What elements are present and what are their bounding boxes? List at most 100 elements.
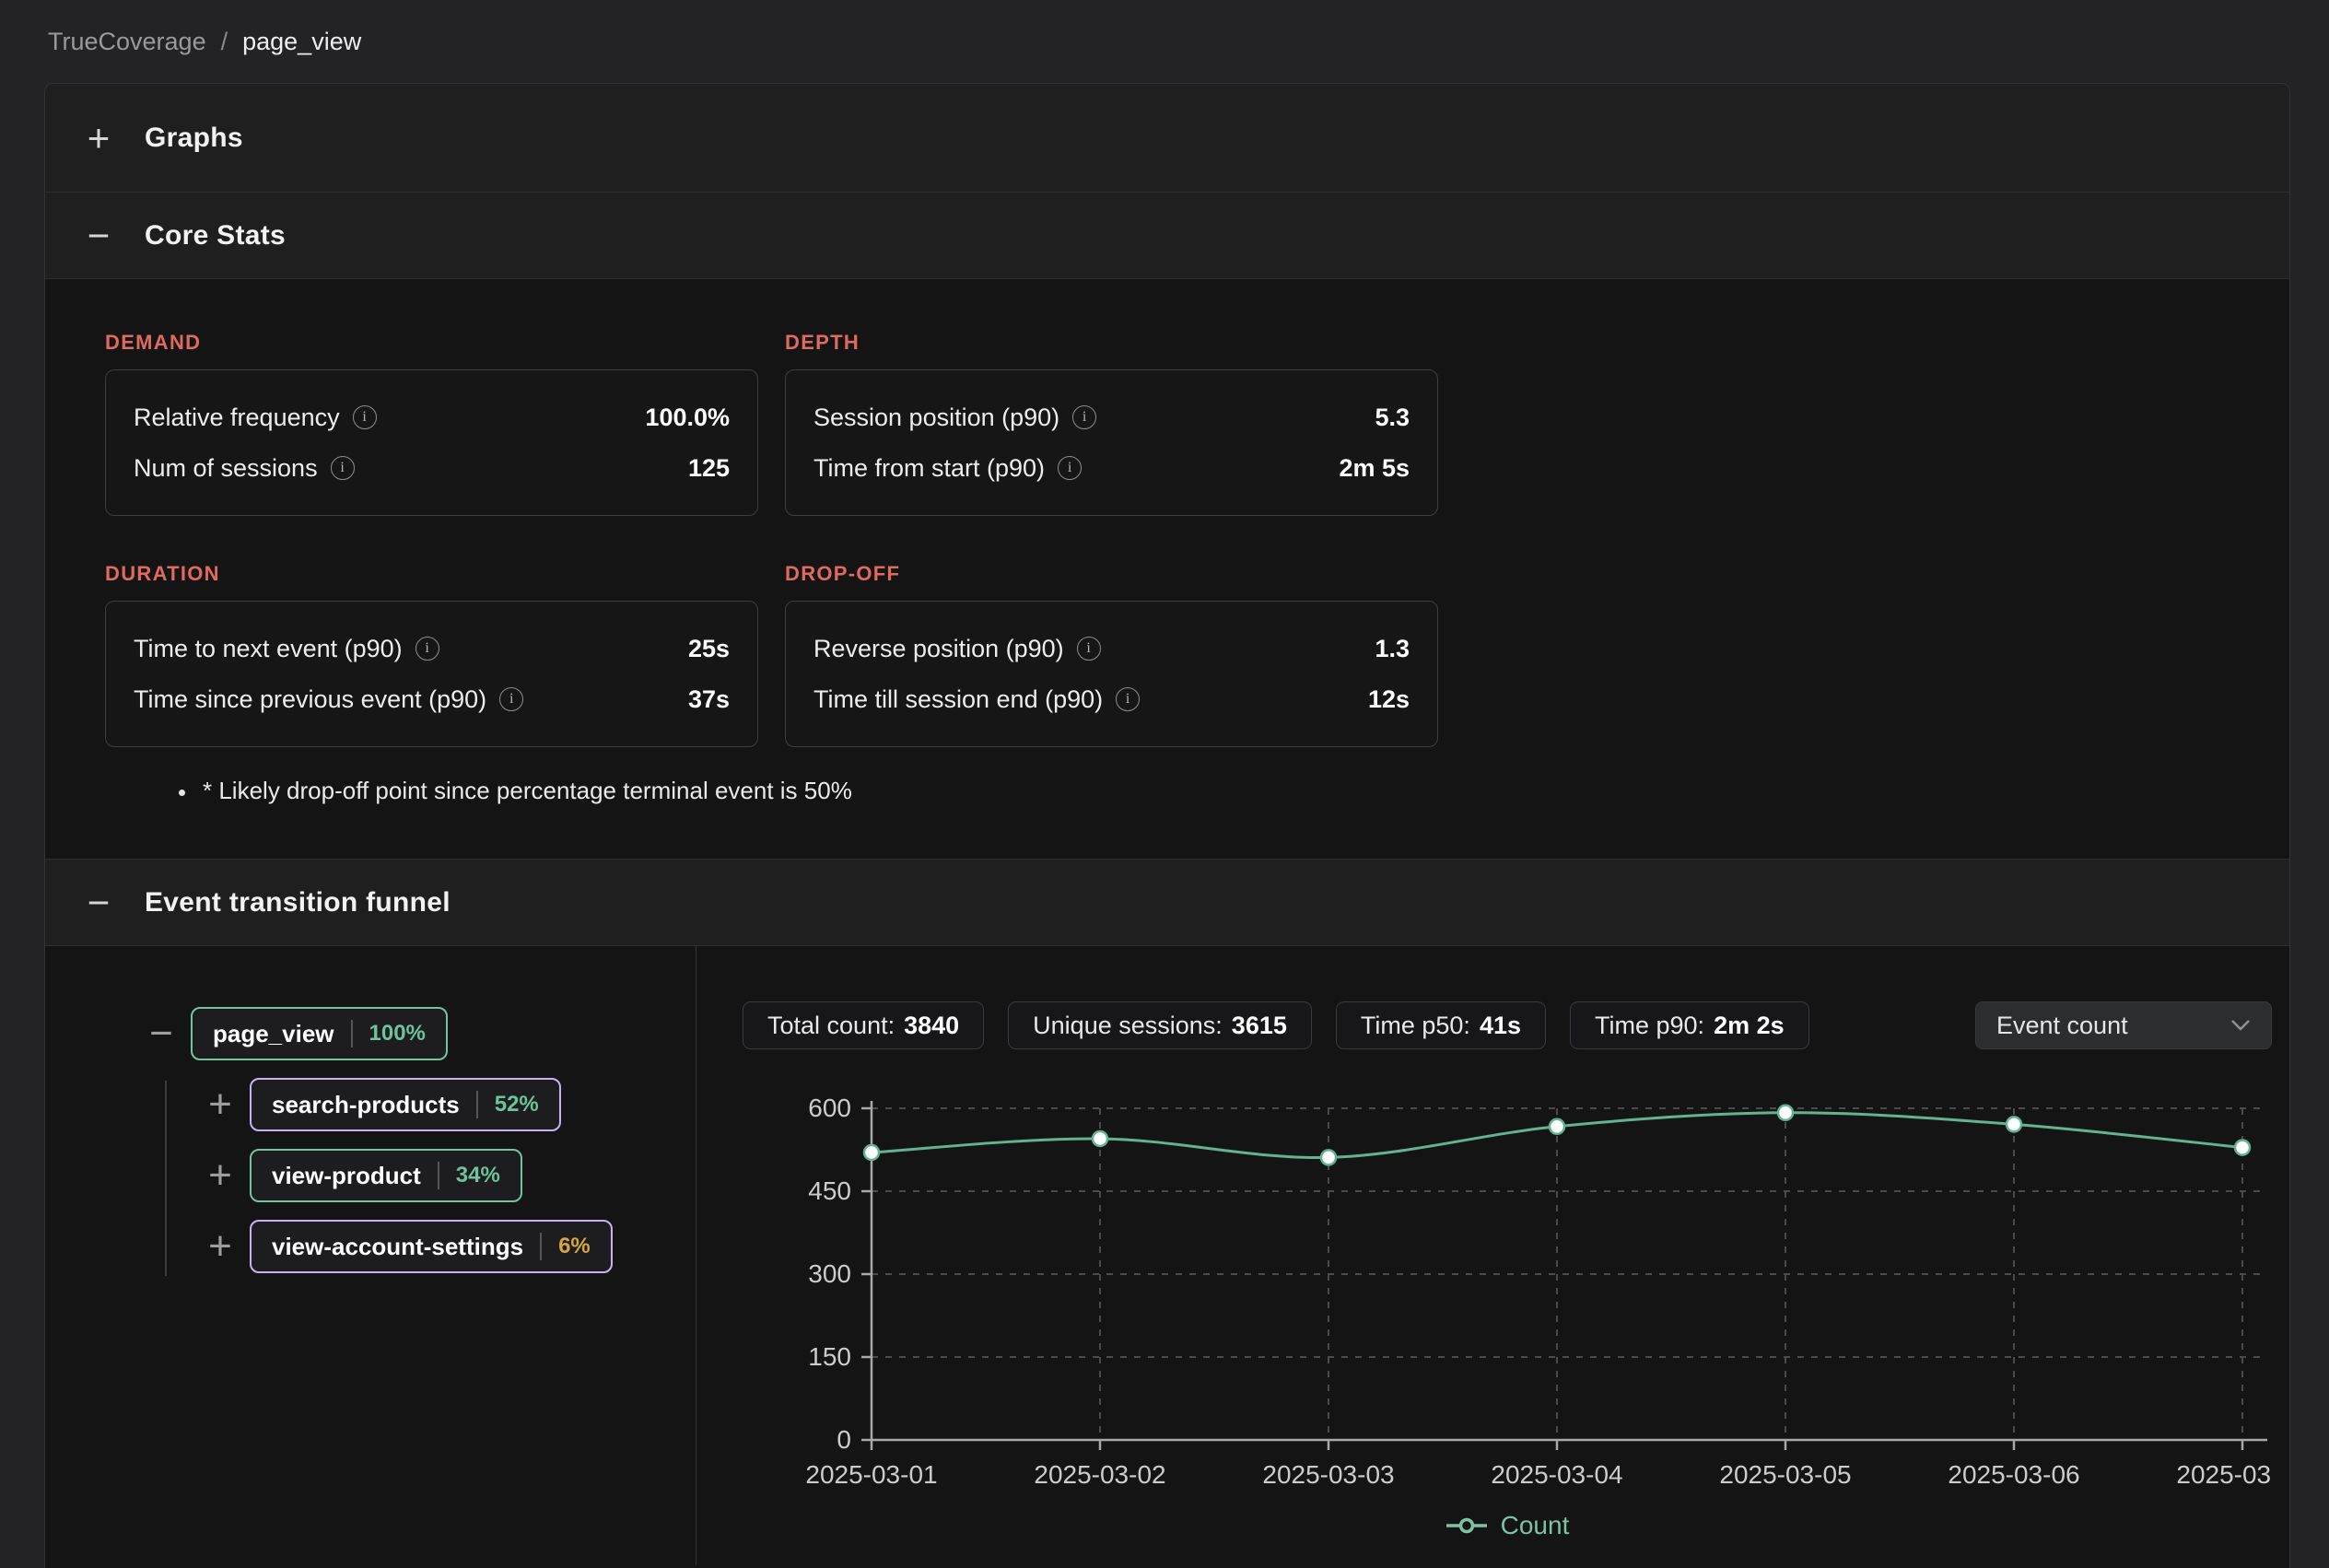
- svg-text:2025-03-02: 2025-03-02: [1034, 1460, 1165, 1489]
- category-label: DEMAND: [105, 331, 758, 355]
- section-title-funnel: Event transition funnel: [145, 887, 451, 919]
- stat-label: Relative frequency: [134, 404, 340, 432]
- svg-text:2025-03-06: 2025-03-06: [1948, 1460, 2079, 1489]
- info-icon[interactable]: i: [353, 405, 377, 429]
- svg-text:0: 0: [837, 1425, 851, 1454]
- section-title-graphs: Graphs: [145, 123, 243, 154]
- stat-label: Num of sessions: [134, 454, 318, 483]
- chip-time-p90: Time p90: 2m 2s: [1570, 1001, 1809, 1049]
- tree-row-page-view: − page_view 100%: [141, 1007, 448, 1060]
- line-chart-svg: 01503004506002025-03-012025-03-022025-03…: [743, 1092, 2272, 1499]
- metric-select[interactable]: Event count: [1975, 1001, 2272, 1049]
- collapse-icon[interactable]: −: [80, 216, 117, 255]
- expand-icon[interactable]: +: [80, 119, 117, 158]
- info-icon[interactable]: i: [1058, 456, 1082, 480]
- svg-text:300: 300: [808, 1259, 851, 1288]
- funnel-tree: − page_view 100% + search-products 52% +: [45, 946, 696, 1565]
- stat-row: Relative frequency i 100.0%: [134, 404, 730, 432]
- stat-label: Time since previous event (p90): [134, 685, 486, 714]
- drop-off-note: * Likely drop-off point since percentage…: [197, 777, 2289, 805]
- stat-group-depth: DEPTH Session position (p90) i 5.3 Time …: [785, 331, 1438, 516]
- breadcrumb-app[interactable]: TrueCoverage: [48, 28, 206, 56]
- stat-group-duration: DURATION Time to next event (p90) i 25s …: [105, 562, 758, 747]
- info-icon[interactable]: i: [331, 456, 355, 480]
- stat-row: Num of sessions i 125: [134, 454, 730, 483]
- stat-row: Time since previous event (p90) i 37s: [134, 685, 730, 714]
- section-header-core-stats[interactable]: − Core Stats: [45, 193, 2289, 279]
- stat-label: Time to next event (p90): [134, 635, 403, 663]
- stat-label: Time from start (p90): [813, 454, 1045, 483]
- node-percent: 100%: [369, 1021, 426, 1047]
- svg-text:2025-03-04: 2025-03-04: [1491, 1460, 1622, 1489]
- funnel-chart-pane: Total count: 3840 Unique sessions: 3615 …: [696, 946, 2290, 1565]
- chevron-down-icon: [2230, 1019, 2251, 1032]
- node-percent: 34%: [456, 1163, 500, 1188]
- svg-text:2025-03-01: 2025-03-01: [805, 1460, 937, 1489]
- expand-icon[interactable]: +: [200, 1155, 240, 1196]
- stat-value: 100.0%: [645, 404, 730, 432]
- core-stats-content: DEMAND Relative frequency i 100.0% Num o…: [45, 279, 2289, 860]
- section-header-graphs[interactable]: + Graphs: [45, 84, 2289, 193]
- top-bar: TrueCoverage / page_view: [0, 0, 2329, 83]
- funnel-node-view-product[interactable]: view-product 34%: [250, 1149, 522, 1202]
- section-header-funnel[interactable]: − Event transition funnel: [45, 860, 2289, 946]
- event-count-chart: 01503004506002025-03-012025-03-022025-03…: [743, 1092, 2272, 1540]
- collapse-icon[interactable]: −: [141, 1013, 181, 1054]
- chip-unique-sessions: Unique sessions: 3615: [1008, 1001, 1312, 1049]
- svg-text:2025-03-05: 2025-03-05: [1719, 1460, 1851, 1489]
- stat-card: Relative frequency i 100.0% Num of sessi…: [105, 369, 758, 516]
- chart-legend[interactable]: Count: [743, 1511, 2272, 1540]
- funnel-node-page-view[interactable]: page_view 100%: [191, 1007, 448, 1060]
- funnel-node-view-account-settings[interactable]: view-account-settings 6%: [250, 1220, 613, 1273]
- node-percent: 6%: [558, 1234, 591, 1259]
- tree-row-view-product: + view-product 34%: [200, 1149, 522, 1202]
- stat-group-drop-off: DROP-OFF Reverse position (p90) i 1.3 Ti…: [785, 562, 1438, 747]
- node-divider: [476, 1091, 478, 1118]
- expand-icon[interactable]: +: [200, 1084, 240, 1125]
- stat-value: 1.3: [1375, 635, 1410, 663]
- stat-card: Time to next event (p90) i 25s Time sinc…: [105, 601, 758, 747]
- svg-text:2025-03-03: 2025-03-03: [1262, 1460, 1394, 1489]
- chip-time-p50: Time p50: 41s: [1336, 1001, 1546, 1049]
- stat-row: Time till session end (p90) i 12s: [813, 685, 1410, 714]
- info-icon[interactable]: i: [415, 637, 439, 661]
- breadcrumb-separator: /: [221, 28, 228, 56]
- node-percent: 52%: [495, 1092, 539, 1117]
- stat-label: Reverse position (p90): [813, 635, 1064, 663]
- main-panel: + Graphs − Core Stats DEMAND Relative fr…: [44, 83, 2290, 1568]
- node-divider: [351, 1020, 353, 1047]
- stat-value: 25s: [688, 635, 730, 663]
- svg-text:2025-03-07: 2025-03-07: [2176, 1460, 2272, 1489]
- stat-label: Time till session end (p90): [813, 685, 1103, 714]
- metric-select-value: Event count: [1996, 1012, 2128, 1040]
- svg-text:150: 150: [808, 1342, 851, 1371]
- category-label: DROP-OFF: [785, 562, 1438, 586]
- tree-row-search-products: + search-products 52%: [200, 1078, 561, 1131]
- category-label: DEPTH: [785, 331, 1438, 355]
- section-title-core-stats: Core Stats: [145, 220, 286, 252]
- expand-icon[interactable]: +: [200, 1226, 240, 1267]
- stat-label: Session position (p90): [813, 404, 1059, 432]
- stat-value: 12s: [1368, 685, 1410, 714]
- info-icon[interactable]: i: [1072, 405, 1096, 429]
- stat-row: Session position (p90) i 5.3: [813, 404, 1410, 432]
- svg-text:450: 450: [808, 1176, 851, 1205]
- stat-row: Time from start (p90) i 2m 5s: [813, 454, 1410, 483]
- breadcrumb-page: page_view: [242, 28, 361, 56]
- node-divider: [438, 1162, 439, 1189]
- stat-value: 125: [688, 454, 730, 483]
- funnel-content: − page_view 100% + search-products 52% +: [45, 946, 2289, 1565]
- info-icon[interactable]: i: [1077, 637, 1101, 661]
- tree-row-view-account-settings: + view-account-settings 6%: [200, 1220, 613, 1273]
- collapse-icon[interactable]: −: [80, 883, 117, 922]
- node-divider: [540, 1233, 542, 1260]
- info-icon[interactable]: i: [1116, 687, 1140, 711]
- legend-line-icon: [1445, 1516, 1488, 1535]
- stat-row: Reverse position (p90) i 1.3: [813, 635, 1410, 663]
- legend-label: Count: [1501, 1511, 1570, 1540]
- stat-card: Reverse position (p90) i 1.3 Time till s…: [785, 601, 1438, 747]
- stat-chips-row: Total count: 3840 Unique sessions: 3615 …: [743, 1001, 2272, 1049]
- info-icon[interactable]: i: [499, 687, 523, 711]
- funnel-node-search-products[interactable]: search-products 52%: [250, 1078, 561, 1131]
- stat-value: 37s: [688, 685, 730, 714]
